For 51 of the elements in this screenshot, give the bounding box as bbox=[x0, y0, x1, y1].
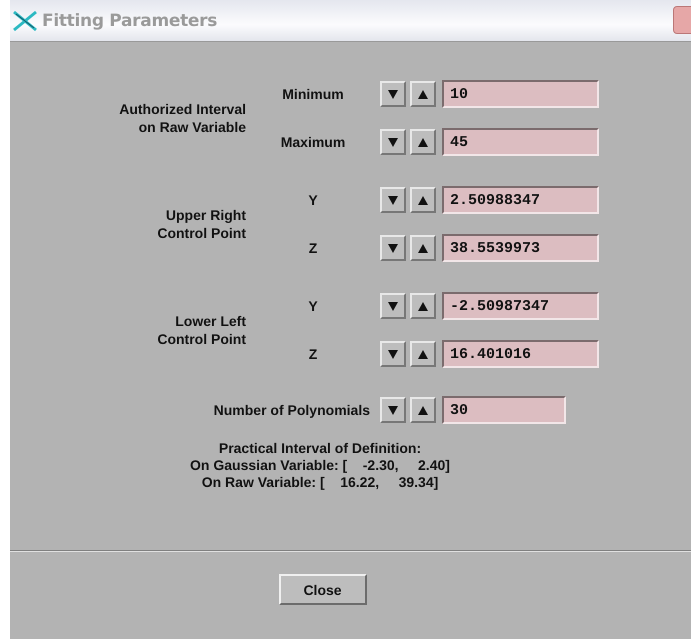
increment-button[interactable] bbox=[410, 187, 436, 213]
decrement-button[interactable] bbox=[380, 81, 406, 107]
input-field[interactable]: 10 bbox=[442, 80, 599, 108]
increment-button[interactable] bbox=[410, 293, 436, 319]
field-label: Maximum bbox=[280, 134, 346, 150]
down-triangle-icon bbox=[388, 90, 398, 98]
input-field[interactable]: -2.50987347 bbox=[442, 292, 599, 320]
decrement-button[interactable] bbox=[380, 397, 406, 423]
field-label: Z bbox=[308, 346, 318, 362]
increment-button[interactable] bbox=[410, 81, 436, 107]
down-triangle-icon bbox=[388, 196, 398, 204]
field-label: Y bbox=[308, 298, 318, 314]
increment-button[interactable] bbox=[410, 397, 436, 423]
info-text: On Gaussian Variable: [ -2.30, 2.40] bbox=[190, 457, 450, 474]
increment-button[interactable] bbox=[410, 129, 436, 155]
decrement-button[interactable] bbox=[380, 187, 406, 213]
close-button[interactable]: Close bbox=[278, 574, 366, 605]
up-triangle-icon bbox=[418, 138, 428, 146]
up-triangle-icon bbox=[418, 350, 428, 358]
group-label: Lower Left Control Point bbox=[157, 312, 246, 348]
down-triangle-icon bbox=[388, 302, 398, 310]
window-title: Fitting Parameters bbox=[42, 10, 218, 30]
group-label: Upper Right Control Point bbox=[157, 206, 246, 242]
group-label: Authorized Interval on Raw Variable bbox=[119, 100, 246, 136]
down-triangle-icon bbox=[388, 244, 398, 252]
info-text: Practical Interval of Definition: bbox=[218, 440, 422, 457]
input-field[interactable]: 45 bbox=[442, 128, 599, 156]
field-label: Y bbox=[308, 192, 318, 208]
up-triangle-icon bbox=[418, 302, 428, 310]
field-label: Minimum bbox=[282, 86, 344, 102]
info-text: On Raw Variable: [ 16.22, 39.34] bbox=[202, 474, 438, 491]
field-label: Number of Polynomials bbox=[212, 402, 371, 418]
down-triangle-icon bbox=[388, 350, 398, 358]
cross-logo-icon bbox=[12, 10, 38, 32]
up-triangle-icon bbox=[418, 90, 428, 98]
increment-button[interactable] bbox=[410, 341, 436, 367]
input-field[interactable]: 38.5539973 bbox=[442, 234, 599, 262]
decrement-button[interactable] bbox=[380, 341, 406, 367]
up-triangle-icon bbox=[418, 406, 428, 414]
input-field[interactable]: 30 bbox=[442, 396, 566, 424]
decrement-button[interactable] bbox=[380, 293, 406, 319]
decrement-button[interactable] bbox=[380, 235, 406, 261]
down-triangle-icon bbox=[388, 138, 398, 146]
decrement-button[interactable] bbox=[380, 129, 406, 155]
up-triangle-icon bbox=[418, 196, 428, 204]
increment-button[interactable] bbox=[410, 235, 436, 261]
up-triangle-icon bbox=[418, 244, 428, 252]
input-field[interactable]: 2.50988347 bbox=[442, 186, 599, 214]
down-triangle-icon bbox=[388, 406, 398, 414]
input-field[interactable]: 16.401016 bbox=[442, 340, 599, 368]
field-label: Z bbox=[308, 240, 318, 256]
